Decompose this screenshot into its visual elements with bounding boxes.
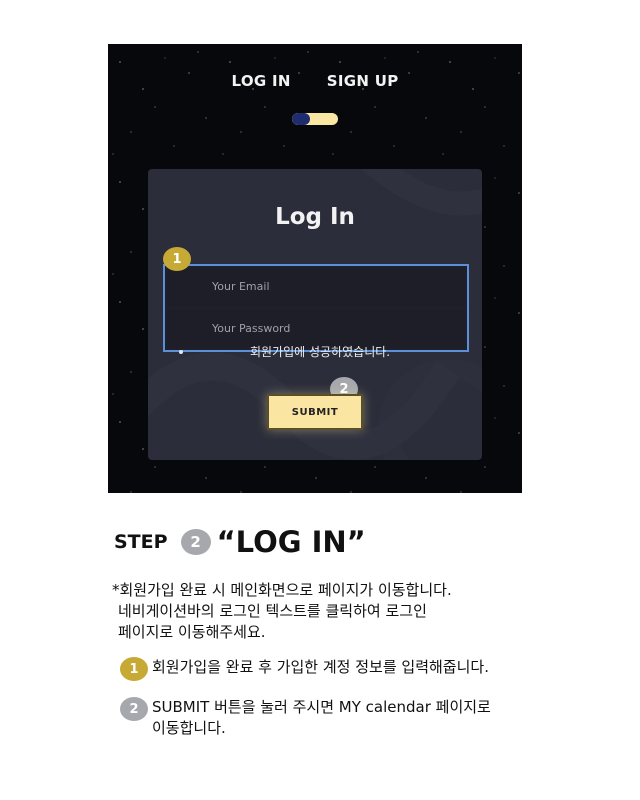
step-marker-1: 1 <box>163 247 191 271</box>
message-bullet-icon <box>179 350 183 354</box>
submit-button[interactable]: SUBMIT <box>267 394 363 430</box>
instruction-item-2: 2 SUBMIT 버튼을 눌러 주시면 MY calendar 페이지로 이동합… <box>120 697 491 739</box>
item-2-badge: 2 <box>120 697 148 721</box>
item-2-text: SUBMIT 버튼을 눌러 주시면 MY calendar 페이지로 이동합니다… <box>152 697 491 739</box>
note-line-1: *회원가입 완료 시 메인화면으로 페이지가 이동합니다. <box>112 581 452 599</box>
note-line-3: 페이지로 이동해주세요. <box>118 623 266 641</box>
top-nav: LOG IN SIGN UP <box>108 72 522 90</box>
nav-signup-link[interactable]: SIGN UP <box>327 72 399 90</box>
step-title: “LOG IN” <box>216 525 366 559</box>
login-screenshot: LOG IN SIGN UP Log In Your Email Your Pa… <box>108 44 522 493</box>
note-line-2: 네비게이션바의 로그인 텍스트를 클릭하여 로그인 <box>118 602 427 620</box>
step-heading: STEP 2 “LOG IN” <box>114 525 366 559</box>
instruction-item-1: 1 회원가입을 완료 후 가입한 계정 정보를 입력해줍니다. <box>120 657 489 681</box>
toggle-knob <box>292 113 310 125</box>
success-message: 회원가입에 성공하였습니다. <box>250 345 391 359</box>
item-1-badge: 1 <box>120 657 148 681</box>
login-title: Log In <box>275 204 355 230</box>
item-1-text: 회원가입을 완료 후 가입한 계정 정보를 입력해줍니다. <box>152 658 489 676</box>
item-2-text-line-2: 이동합니다. <box>152 719 226 737</box>
credentials-input-box: Your Email Your Password <box>163 264 469 352</box>
instruction-note: *회원가입 완료 시 메인화면으로 페이지가 이동합니다. 네비게이션바의 로그… <box>112 580 452 643</box>
item-2-text-line-1: SUBMIT 버튼을 눌러 주시면 MY calendar 페이지로 <box>152 698 491 716</box>
step-number-badge: 2 <box>180 529 211 555</box>
marker-1-label: 1 <box>172 251 182 267</box>
email-input[interactable]: Your Email <box>167 268 465 306</box>
step-label: STEP <box>114 531 168 553</box>
login-signup-toggle[interactable] <box>292 113 338 125</box>
nav-login-link[interactable]: LOG IN <box>232 72 291 90</box>
